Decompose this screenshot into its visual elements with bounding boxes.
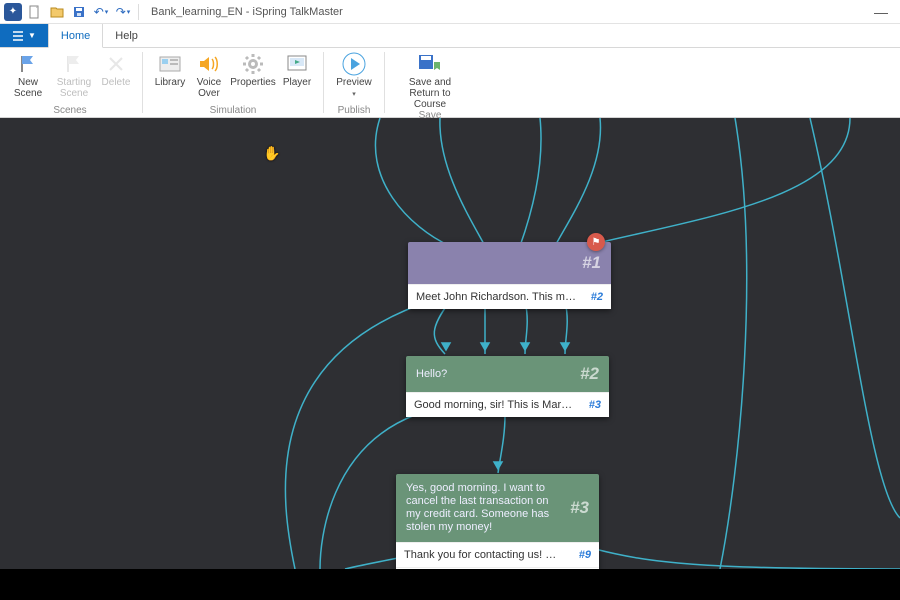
group-simulation: Library Voice Over Properties Player Sim… xyxy=(145,48,321,117)
voice-over-button[interactable]: Voice Over xyxy=(191,50,227,105)
titlebar: ✦ ↶▾ ↷▾ Bank_learning_EN - iSpring TalkM… xyxy=(0,0,900,24)
caret-down-icon: ▾ xyxy=(352,89,356,100)
save-return-icon xyxy=(417,52,443,76)
delete-icon xyxy=(103,52,129,76)
play-icon xyxy=(341,52,367,76)
undo-icon[interactable]: ↶▾ xyxy=(92,3,110,21)
scene-node-3[interactable]: Yes, good morning. I want to cancel the … xyxy=(396,474,599,569)
node-header: Hello? #2 xyxy=(406,356,609,392)
label: Delete xyxy=(102,77,131,88)
reply-text: Thank you for contacting us! When did ..… xyxy=(404,549,564,561)
redo-icon[interactable]: ↷▾ xyxy=(114,3,132,21)
group-label: Scenes xyxy=(53,105,86,117)
node-number: #2 xyxy=(580,364,599,384)
group-label: Simulation xyxy=(210,105,257,117)
scene-canvas[interactable]: ⚑ #1 Meet John Richardson. This morning … xyxy=(0,118,900,569)
reply-row[interactable]: Good morning, sir! This is Mary from cu.… xyxy=(406,392,609,417)
label: Library xyxy=(155,77,186,88)
link-target: #9 xyxy=(579,549,591,561)
speaker-icon xyxy=(196,52,222,76)
open-file-icon[interactable] xyxy=(48,3,66,21)
reply-row[interactable]: Thank you for contacting us! When did ..… xyxy=(396,542,599,567)
player-button[interactable]: Player xyxy=(279,50,315,105)
group-publish: Preview ▾ Publish xyxy=(326,48,382,117)
node-title: Yes, good morning. I want to cancel the … xyxy=(406,482,570,534)
node-header: #1 xyxy=(408,242,611,284)
library-icon xyxy=(157,52,183,76)
preview-button[interactable]: Preview ▾ xyxy=(332,50,376,105)
group-label: Publish xyxy=(338,105,371,117)
file-tab[interactable]: ▼ xyxy=(0,24,48,47)
label: Starting Scene xyxy=(52,77,96,99)
reply-row[interactable]: Meet John Richardson. This morning he...… xyxy=(408,284,611,309)
group-save: Save and Return to Course Save xyxy=(387,48,473,117)
node-title: Hello? xyxy=(416,368,580,381)
properties-button[interactable]: Properties xyxy=(229,50,277,105)
caret-down-icon: ▼ xyxy=(28,31,36,40)
gear-icon xyxy=(240,52,266,76)
delete-button: Delete xyxy=(98,50,134,105)
help-tab[interactable]: Help xyxy=(103,24,151,47)
label: Properties xyxy=(230,77,276,88)
ribbon: New Scene Starting Scene Delete Scenes L… xyxy=(0,48,900,118)
label: Player xyxy=(283,77,311,88)
player-icon xyxy=(284,52,310,76)
group-scenes: New Scene Starting Scene Delete Scenes xyxy=(0,48,140,117)
ribbon-tabs: ▼ Home Help xyxy=(0,24,900,48)
save-icon[interactable] xyxy=(70,3,88,21)
starting-scene-button: Starting Scene xyxy=(52,50,96,105)
label: Voice Over xyxy=(191,77,227,99)
reply-text: Meet John Richardson. This morning he... xyxy=(416,291,576,303)
flag-icon xyxy=(61,52,87,76)
app-icon: ✦ xyxy=(4,3,22,21)
home-tab[interactable]: Home xyxy=(48,24,103,48)
app-window: ✦ ↶▾ ↷▾ Bank_learning_EN - iSpring TalkM… xyxy=(0,0,900,569)
node-number: #1 xyxy=(582,253,601,273)
quick-access-toolbar: ↶▾ ↷▾ xyxy=(26,3,141,21)
reply-text: Good morning, sir! This is Mary from cu.… xyxy=(414,399,574,411)
flag-icon xyxy=(15,52,41,76)
node-header: Yes, good morning. I want to cancel the … xyxy=(396,474,599,542)
hamburger-icon xyxy=(12,30,24,42)
letterbox-bottom xyxy=(0,569,900,600)
save-return-button[interactable]: Save and Return to Course xyxy=(393,50,467,110)
scene-node-2[interactable]: Hello? #2 Good morning, sir! This is Mar… xyxy=(406,356,609,417)
new-file-icon[interactable] xyxy=(26,3,44,21)
link-target: #3 xyxy=(589,399,601,411)
start-flag-icon: ⚑ xyxy=(587,233,605,251)
new-scene-button[interactable]: New Scene xyxy=(6,50,50,105)
minimize-button[interactable]: — xyxy=(866,4,896,20)
node-number: #3 xyxy=(570,498,589,518)
label: New Scene xyxy=(6,77,50,99)
label: Save and Return to Course xyxy=(393,77,467,110)
window-title: Bank_learning_EN - iSpring TalkMaster xyxy=(151,6,343,18)
library-button[interactable]: Library xyxy=(151,50,189,105)
scene-node-1[interactable]: ⚑ #1 Meet John Richardson. This morning … xyxy=(408,242,611,309)
link-target: #2 xyxy=(591,291,603,303)
label: Preview xyxy=(336,77,372,88)
